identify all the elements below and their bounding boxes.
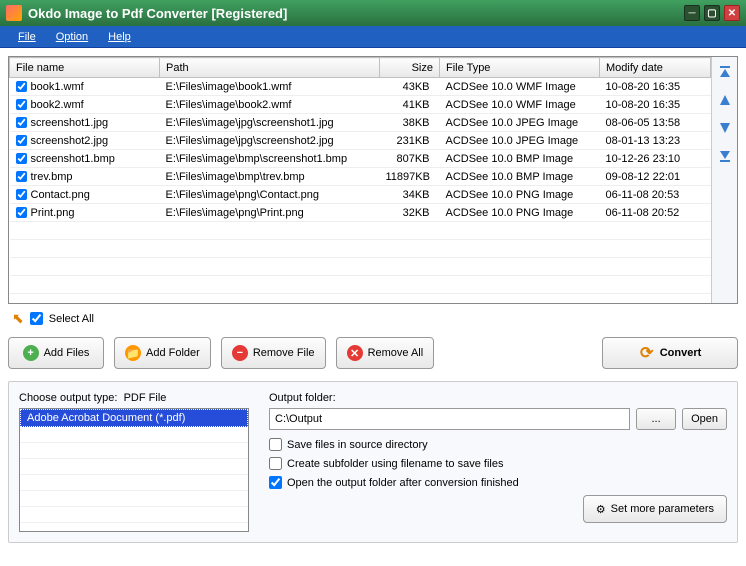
minus-icon: − (232, 345, 248, 361)
col-path[interactable]: Path (160, 58, 380, 78)
table-row[interactable]: screenshot1.bmpE:\Files\image\bmp\screen… (10, 150, 711, 168)
add-folder-button[interactable]: 📁Add Folder (114, 337, 211, 369)
file-table[interactable]: File name Path Size File Type Modify dat… (9, 57, 711, 303)
add-files-button[interactable]: +Add Files (8, 337, 104, 369)
row-checkbox[interactable] (16, 99, 27, 110)
remove-all-button[interactable]: ✕Remove All (336, 337, 435, 369)
plus-icon: + (23, 345, 39, 361)
row-checkbox[interactable] (16, 135, 27, 146)
convert-icon: ⟳ (639, 345, 655, 361)
row-checkbox[interactable] (16, 81, 27, 92)
gear-icon: ⚙ (596, 503, 606, 516)
convert-button[interactable]: ⟳Convert (602, 337, 738, 369)
up-arrow-icon: ⬉ (12, 310, 24, 327)
window-title: Okdo Image to Pdf Converter [Registered] (28, 6, 680, 21)
table-row[interactable]: Contact.pngE:\Files\image\png\Contact.pn… (10, 186, 711, 204)
table-row[interactable]: book1.wmfE:\Files\image\book1.wmf43KBACD… (10, 78, 711, 96)
set-more-parameters-button[interactable]: ⚙Set more parameters (583, 495, 727, 523)
row-checkbox[interactable] (16, 189, 27, 200)
open-after-label: Open the output folder after conversion … (287, 477, 519, 489)
output-folder-input[interactable] (269, 408, 630, 430)
table-row[interactable]: trev.bmpE:\Files\image\bmp\trev.bmp11897… (10, 168, 711, 186)
move-down-icon[interactable] (717, 119, 733, 137)
move-up-icon[interactable] (717, 91, 733, 109)
table-row[interactable]: book2.wmfE:\Files\image\book2.wmf41KBACD… (10, 96, 711, 114)
close-button[interactable]: ✕ (724, 5, 740, 21)
col-filename[interactable]: File name (10, 58, 160, 78)
output-type-item[interactable]: Adobe Acrobat Document (*.pdf) (20, 409, 248, 427)
create-subfolder-checkbox[interactable] (269, 457, 282, 470)
col-size[interactable]: Size (380, 58, 440, 78)
titlebar: Okdo Image to Pdf Converter [Registered]… (0, 0, 746, 26)
reorder-controls (711, 57, 737, 303)
select-all-checkbox[interactable] (30, 312, 43, 325)
menu-file[interactable]: File (8, 28, 46, 46)
menu-option[interactable]: Option (46, 28, 98, 46)
col-filetype[interactable]: File Type (440, 58, 600, 78)
app-icon (6, 5, 22, 21)
save-source-checkbox[interactable] (269, 438, 282, 451)
output-type-list[interactable]: Adobe Acrobat Document (*.pdf) (19, 408, 249, 532)
move-top-icon[interactable] (717, 63, 733, 81)
move-bottom-icon[interactable] (717, 147, 733, 165)
table-row[interactable]: screenshot2.jpgE:\Files\image\jpg\screen… (10, 132, 711, 150)
row-checkbox[interactable] (16, 207, 27, 218)
browse-button[interactable]: ... (636, 408, 676, 430)
table-row[interactable]: Print.pngE:\Files\image\png\Print.png32K… (10, 204, 711, 222)
row-checkbox[interactable] (16, 153, 27, 164)
open-after-checkbox[interactable] (269, 476, 282, 489)
output-type-label: Choose output type: PDF File (19, 392, 249, 404)
select-all-label: Select All (49, 313, 94, 325)
remove-file-button[interactable]: −Remove File (221, 337, 326, 369)
col-modify[interactable]: Modify date (600, 58, 711, 78)
table-row[interactable]: screenshot1.jpgE:\Files\image\jpg\screen… (10, 114, 711, 132)
save-source-label: Save files in source directory (287, 439, 428, 451)
minimize-button[interactable]: ─ (684, 5, 700, 21)
open-button[interactable]: Open (682, 408, 727, 430)
menu-help[interactable]: Help (98, 28, 141, 46)
menubar: File Option Help (0, 26, 746, 48)
maximize-button[interactable]: ▢ (704, 5, 720, 21)
row-checkbox[interactable] (16, 117, 27, 128)
output-folder-label: Output folder: (269, 392, 727, 404)
folder-icon: 📁 (125, 345, 141, 361)
create-subfolder-label: Create subfolder using filename to save … (287, 458, 503, 470)
row-checkbox[interactable] (16, 171, 27, 182)
x-icon: ✕ (347, 345, 363, 361)
